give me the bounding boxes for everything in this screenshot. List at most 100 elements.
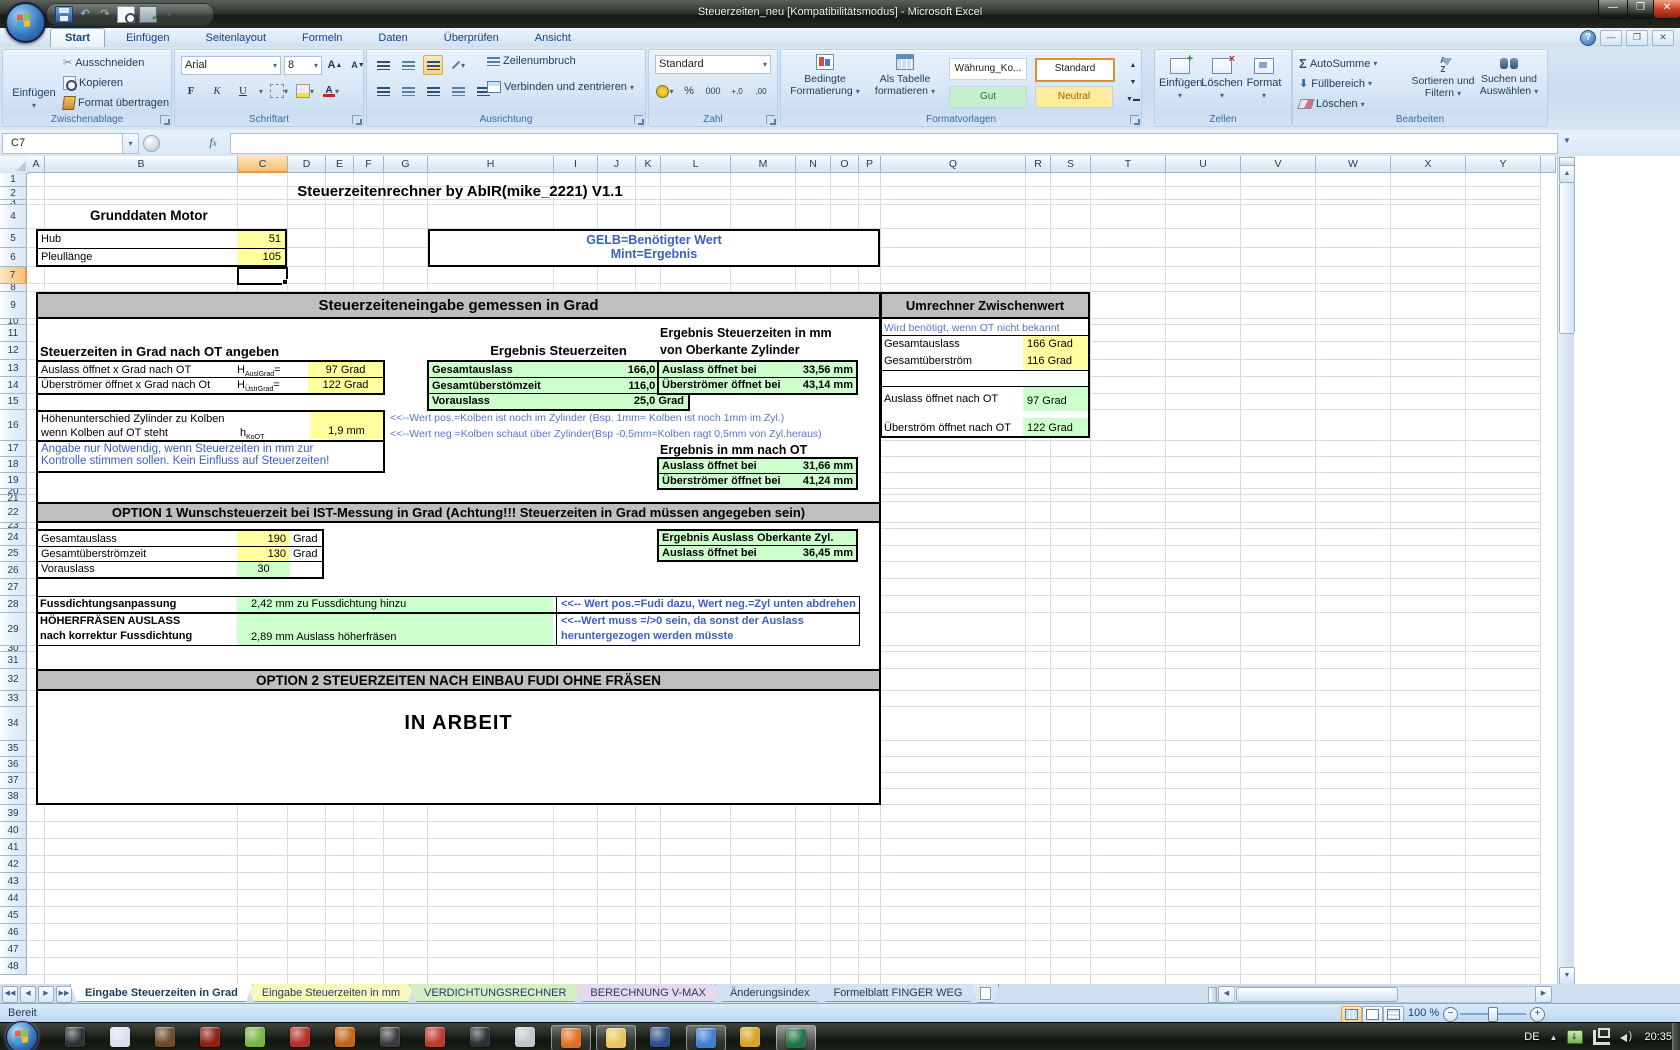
gallery-up-icon[interactable]: ▲ (1123, 58, 1143, 73)
umrechner-value-cell[interactable]: 116 Grad (1023, 353, 1088, 370)
comma-style-icon[interactable]: 000 (703, 81, 723, 101)
align-middle-icon[interactable] (398, 55, 418, 75)
firefox-icon[interactable] (551, 1025, 591, 1050)
auslass-grad-value-cell[interactable]: 97 Grad (308, 362, 383, 377)
language-indicator[interactable]: DE (1524, 1031, 1539, 1043)
paste-button[interactable]: Einfügen ▾ (9, 54, 59, 111)
align-left-icon[interactable] (373, 81, 393, 101)
scroll-left-icon[interactable]: ◀ (1218, 986, 1235, 1003)
pidgin-icon[interactable] (101, 1025, 139, 1049)
umrechner-value-cell[interactable]: 166 Grad (1023, 336, 1088, 353)
media-blue-icon[interactable] (641, 1025, 679, 1049)
horizontal-split-handle[interactable] (1208, 987, 1217, 1003)
volume-tray-icon[interactable] (1620, 1031, 1634, 1043)
steam-icon[interactable] (56, 1025, 94, 1049)
merge-center-button[interactable]: Verbinden und zentrieren ▾ (487, 81, 634, 93)
umrechner-value-cell[interactable]: 122 Grad (1023, 418, 1088, 436)
ribbon-tab-start[interactable]: Start (50, 28, 105, 48)
orientation-icon[interactable]: ▾ (448, 55, 468, 75)
autosum-button[interactable]: Σ AutoSumme▾ (1299, 56, 1377, 71)
clock[interactable]: 20:35 (1644, 1031, 1672, 1043)
sheet-tab-verdichtungsrechner[interactable]: VERDICHTUNGSRECHNER (409, 984, 581, 1002)
prev-sheet-icon[interactable]: ◀ (20, 986, 36, 1003)
fraese-value-cell[interactable]: 2,89 mm Auslass höherfräsen (237, 614, 553, 645)
hidden-icons-arrow[interactable]: ▲ (1550, 1033, 1558, 1042)
page-break-view-icon[interactable] (1383, 1006, 1404, 1023)
workbook-close-button[interactable]: ✕ (1652, 30, 1674, 46)
last-sheet-icon[interactable]: ▶▶ (56, 986, 72, 1003)
page-layout-view-icon[interactable] (1362, 1006, 1383, 1023)
selected-cell-c7[interactable] (237, 267, 288, 285)
restore-button[interactable]: ❐ (1627, 0, 1654, 19)
erg-value-cell[interactable]: 25,0 Grad (596, 394, 688, 409)
font-family-select[interactable]: Arial▾ (181, 56, 281, 75)
styles-dialog-launcher-icon[interactable] (1130, 115, 1139, 124)
ribbon-tab-formeln[interactable]: Formeln (287, 28, 357, 48)
first-sheet-icon[interactable]: ◀◀ (2, 986, 18, 1003)
name-box-dropdown-icon[interactable]: ▾ (122, 133, 139, 154)
normal-view-icon[interactable] (1341, 1006, 1362, 1023)
grow-font-button[interactable]: A▲ (325, 55, 345, 75)
opt1-value-cell[interactable]: 190 (237, 531, 290, 546)
horizontal-scroll-thumb[interactable] (1236, 987, 1398, 1002)
decrease-indent-icon[interactable] (448, 81, 468, 101)
insert-function-icon[interactable]: fx (200, 133, 226, 152)
excel-icon[interactable] (776, 1025, 816, 1050)
format-painter-button[interactable]: Format übertragen (63, 96, 169, 110)
paste-dropdown-icon[interactable]: ▾ (32, 101, 36, 110)
horizontal-scrollbar[interactable]: ◀ ▶ (1218, 986, 1552, 1001)
zoom-slider-thumb[interactable] (1488, 1007, 1498, 1022)
ribbon-tab-einfügen[interactable]: Einfügen (111, 28, 184, 48)
ribbon-tab-daten[interactable]: Daten (363, 28, 422, 48)
italic-button[interactable]: K (207, 81, 227, 101)
style-chip[interactable]: Gut (949, 86, 1027, 108)
gallery-down-icon[interactable]: ▼ (1123, 75, 1143, 90)
clear-button[interactable]: Löschen▾ (1299, 98, 1365, 110)
pleullaenge-value-cell[interactable]: 105 (237, 249, 285, 265)
mmot-value-cell[interactable]: 31,66 mm (784, 459, 856, 473)
swirl-dark-icon[interactable] (461, 1025, 499, 1049)
next-sheet-icon[interactable]: ▶ (38, 986, 54, 1003)
insert-cells-button[interactable]: Einfügen▾ (1159, 58, 1201, 101)
alignment-dialog-launcher-icon[interactable] (634, 115, 643, 124)
align-bottom-icon[interactable] (423, 55, 443, 75)
update-tray-icon[interactable] (1567, 1030, 1583, 1044)
sheet-tab-formelblatt-finger-weg[interactable]: Formelblatt FINGER WEG (818, 984, 977, 1002)
sheet-tab-berechnung-v-max[interactable]: BERECHNUNG V-MAX (575, 984, 721, 1002)
hub-value-cell[interactable]: 51 (237, 231, 285, 248)
expand-formula-bar-icon[interactable]: ▼ (1560, 136, 1574, 150)
workbook-restore-button[interactable]: ❐ (1626, 30, 1648, 46)
ribbon-tab-ansicht[interactable]: Ansicht (520, 28, 586, 48)
help-icon[interactable]: ? (1580, 30, 1596, 46)
underline-button[interactable]: U (233, 81, 253, 101)
scroll-right-icon[interactable]: ▶ (1535, 986, 1552, 1003)
minimize-button[interactable]: — (1598, 0, 1628, 19)
font-dialog-launcher-icon[interactable] (352, 115, 361, 124)
increase-decimal-icon[interactable]: +,0 (727, 81, 747, 101)
sims-icon[interactable] (236, 1025, 274, 1049)
winamp-icon[interactable] (731, 1025, 769, 1049)
align-right-icon[interactable] (423, 81, 443, 101)
mmot-value-cell[interactable]: 41,24 mm (784, 474, 856, 488)
decrease-decimal-icon[interactable]: ,00 (751, 81, 771, 101)
teamspeak-icon[interactable] (326, 1025, 364, 1049)
opt1-result-value-cell[interactable]: 36,45 mm (784, 546, 856, 560)
style-chip[interactable]: Standard (1035, 58, 1115, 82)
striped-red-icon[interactable] (416, 1025, 454, 1049)
fill-color-button[interactable]: ▾ (295, 81, 315, 101)
name-box[interactable]: C7 (2, 133, 130, 154)
delete-cells-button[interactable]: Löschen▾ (1201, 58, 1243, 101)
zoom-out-icon[interactable]: − (1443, 1007, 1458, 1022)
bold-button[interactable]: F (181, 81, 201, 101)
internet-explorer-icon[interactable] (686, 1025, 726, 1050)
close-button[interactable]: ✕ (1653, 0, 1680, 19)
ribbon-tab-seitenlayout[interactable]: Seitenlayout (191, 28, 282, 48)
sheet-tab-änderungsindex[interactable]: Änderungsindex (715, 984, 825, 1002)
borders-button[interactable]: ▾ (269, 81, 289, 101)
shrink-font-button[interactable]: A▼ (348, 55, 368, 75)
gallery-more-icon[interactable]: ▼▬ (1123, 92, 1143, 107)
ribbon-tab-überprüfen[interactable]: Überprüfen (429, 28, 514, 48)
scroll-down-icon[interactable]: ▼ (1559, 967, 1575, 984)
number-dialog-launcher-icon[interactable] (766, 115, 775, 124)
sort-filter-button[interactable]: AZ Sortieren und Filtern ▾ (1411, 56, 1475, 99)
